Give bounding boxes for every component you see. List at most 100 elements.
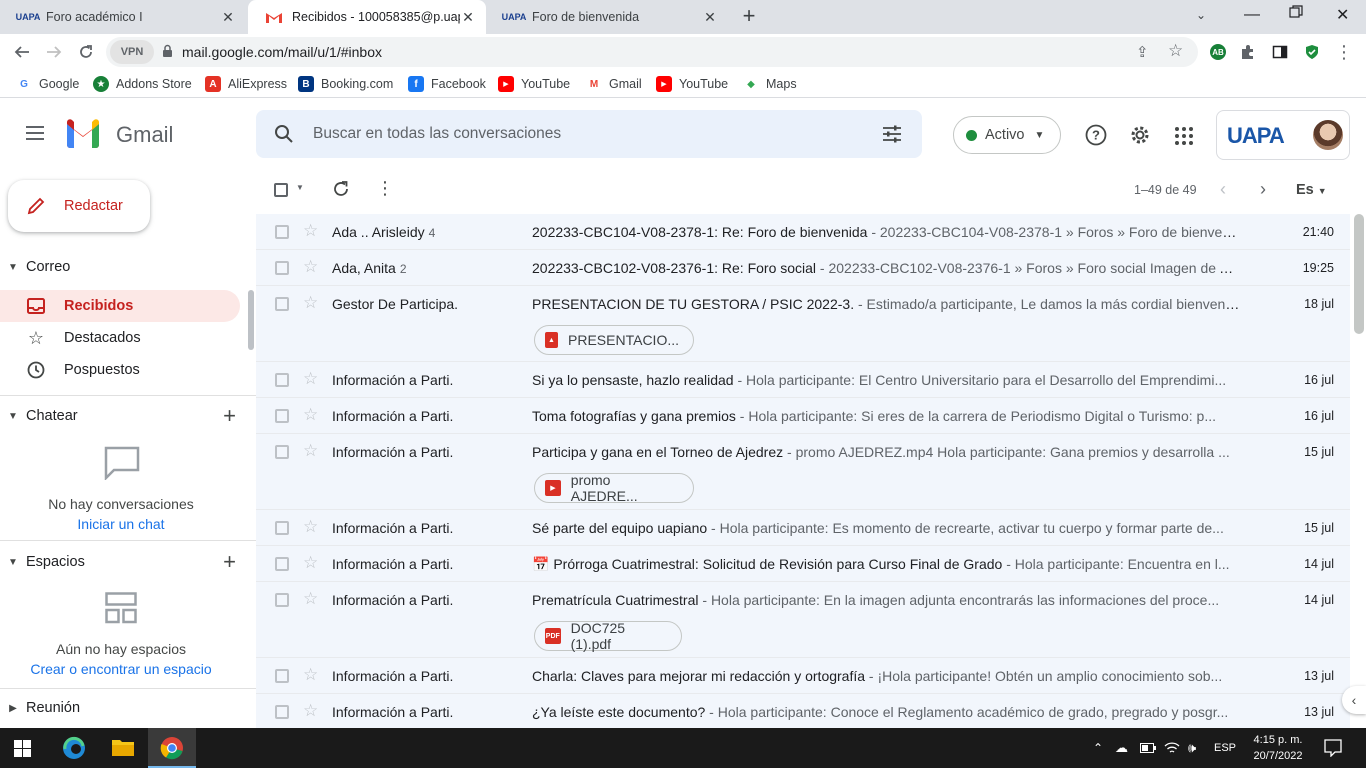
attachment-chip[interactable]: ▲ PRESENTACIO... <box>534 325 694 355</box>
email-row[interactable]: ☆ Gestor De Participa. PRESENTACION DE T… <box>256 286 1350 362</box>
search-icon[interactable] <box>274 124 294 147</box>
select-all-checkbox[interactable] <box>274 183 288 197</box>
email-row[interactable]: ☆ Ada, Anita 2 202233-CBC102-V08-2376-1: … <box>256 250 1350 286</box>
minimize-button[interactable]: — <box>1244 6 1260 24</box>
star-icon[interactable]: ☆ <box>303 405 318 425</box>
bookmark-gmail[interactable]: M Gmail <box>586 75 642 93</box>
search-options-icon[interactable] <box>882 125 902 146</box>
vpn-badge[interactable]: VPN <box>110 40 154 64</box>
help-icon[interactable]: ? <box>1085 124 1107 149</box>
tray-overflow-icon[interactable]: ⌃ <box>1093 728 1103 768</box>
bookmark-facebook[interactable]: f Facebook <box>408 75 486 93</box>
browser-menu-icon[interactable]: ⋮ <box>1332 40 1356 64</box>
star-icon[interactable]: ☆ <box>303 517 318 537</box>
input-tools-language[interactable]: Es ▼ <box>1296 182 1327 198</box>
spaces-section-header[interactable]: ▼ Espacios + <box>0 547 256 577</box>
star-icon[interactable]: ☆ <box>303 221 318 241</box>
status-dropdown[interactable]: Activo ▼ <box>953 116 1061 154</box>
new-space-plus-icon[interactable]: + <box>223 549 236 575</box>
create-space-link[interactable]: Crear o encontrar un espacio <box>0 661 242 677</box>
star-icon[interactable]: ☆ <box>303 589 318 609</box>
search-bar[interactable]: Buscar en todas las conversaciones <box>256 110 922 158</box>
edge-browser-icon[interactable] <box>62 736 86 763</box>
select-dropdown-icon[interactable]: ▼ <box>296 183 304 192</box>
bookmark-aliexpress[interactable]: A AliExpress <box>205 75 287 93</box>
star-icon[interactable]: ☆ <box>303 441 318 461</box>
email-checkbox[interactable] <box>275 297 289 311</box>
star-icon[interactable]: ☆ <box>303 553 318 573</box>
bookmark-youtube-2[interactable]: ▶ YouTube <box>656 75 728 93</box>
reload-icon[interactable] <box>74 40 98 64</box>
meet-section-header[interactable]: ▶ Reunión <box>0 693 256 723</box>
tab-close-icon[interactable]: ✕ <box>460 9 476 26</box>
bookmark-youtube[interactable]: ▶ YouTube <box>498 75 570 93</box>
notifications-icon[interactable] <box>1324 739 1342 760</box>
forward-arrow-icon[interactable] <box>42 40 66 64</box>
onedrive-cloud-icon[interactable]: ☁ <box>1115 728 1128 768</box>
star-icon[interactable]: ☆ <box>303 665 318 685</box>
bookmark-booking[interactable]: B Booking.com <box>298 75 393 93</box>
email-row[interactable]: ☆ Información a Parti. 📅 Prórroga Cuatri… <box>256 546 1350 582</box>
bookmark-google[interactable]: G Google <box>16 75 79 93</box>
email-checkbox[interactable] <box>275 225 289 239</box>
restore-button[interactable] <box>1289 5 1303 19</box>
tab-recibidos[interactable]: Recibidos - 100058385@p.uapa.e ✕ <box>248 0 486 34</box>
email-checkbox[interactable] <box>275 593 289 607</box>
extensions-puzzle-icon[interactable] <box>1236 40 1260 64</box>
email-row[interactable]: ☆ Información a Parti. Participa y gana … <box>256 434 1350 510</box>
wifi-icon[interactable] <box>1164 728 1180 768</box>
chat-section-header[interactable]: ▼ Chatear + <box>0 401 256 431</box>
shield-check-icon[interactable] <box>1300 40 1324 64</box>
email-row[interactable]: ☆ Información a Parti. Sé parte del equi… <box>256 510 1350 546</box>
bookmark-star-icon[interactable]: ☆ <box>1168 41 1183 61</box>
clock[interactable]: 4:15 p. m. 20/7/2022 <box>1248 732 1308 764</box>
start-chat-link[interactable]: Iniciar un chat <box>0 516 242 532</box>
email-checkbox[interactable] <box>275 705 289 719</box>
apps-grid-icon[interactable] <box>1174 126 1194 149</box>
search-input[interactable]: Buscar en todas las conversaciones <box>313 125 561 143</box>
close-window-button[interactable]: ✕ <box>1336 5 1349 25</box>
email-checkbox[interactable] <box>275 409 289 423</box>
email-checkbox[interactable] <box>275 669 289 683</box>
attachment-chip[interactable]: ▶ promo AJEDRE... <box>534 472 694 504</box>
side-panel-toggle-icon[interactable]: ‹ <box>1342 686 1366 714</box>
email-row[interactable]: ☆ Información a Parti. Si ya lo pensaste… <box>256 362 1350 398</box>
email-checkbox[interactable] <box>275 373 289 387</box>
file-explorer-icon[interactable] <box>111 737 135 760</box>
email-row[interactable]: ☆ Información a Parti. Toma fotografías … <box>256 398 1350 434</box>
email-checkbox[interactable] <box>275 445 289 459</box>
refresh-icon[interactable] <box>332 180 350 201</box>
tab-close-icon[interactable]: ✕ <box>702 9 718 26</box>
sidebar-item-starred[interactable]: ☆ Destacados <box>0 322 240 354</box>
input-language[interactable]: ESP <box>1214 728 1236 768</box>
next-page-icon[interactable]: › <box>1260 179 1266 200</box>
email-row[interactable]: ☆ Información a Parti. Prematrícula Cuat… <box>256 582 1350 658</box>
attachment-chip[interactable]: PDF DOC725 (1).pdf <box>534 620 682 652</box>
settings-gear-icon[interactable] <box>1129 124 1151 149</box>
more-options-icon[interactable]: ⋮ <box>376 178 394 199</box>
email-checkbox[interactable] <box>275 261 289 275</box>
side-panel-icon[interactable] <box>1268 40 1292 64</box>
star-icon[interactable]: ☆ <box>303 369 318 389</box>
star-icon[interactable]: ☆ <box>303 257 318 277</box>
tab-foro-academico[interactable]: UAPA Foro académico I ✕ <box>2 0 246 34</box>
new-tab-button[interactable]: + <box>737 5 761 29</box>
sidebar-item-inbox[interactable]: Recibidos <box>0 290 240 322</box>
battery-icon[interactable] <box>1140 728 1156 768</box>
volume-icon[interactable]: 🕪 <box>1188 728 1196 768</box>
chrome-taskbar-button[interactable] <box>148 728 196 768</box>
new-chat-plus-icon[interactable]: + <box>223 403 236 429</box>
tab-search-chevron-icon[interactable]: ⌄ <box>1196 8 1206 22</box>
compose-button[interactable]: Redactar <box>8 180 150 232</box>
address-bar[interactable]: VPN mail.google.com/mail/u/1/#inbox ⇪ ☆ <box>106 37 1198 67</box>
windows-start-icon[interactable] <box>14 740 31 760</box>
email-row[interactable]: ☆ Información a Parti. ¿Ya leíste este d… <box>256 694 1350 728</box>
bookmark-maps[interactable]: ◆ Maps <box>743 75 796 93</box>
extension-account-icon[interactable]: AB <box>1206 40 1230 64</box>
email-checkbox[interactable] <box>275 557 289 571</box>
gmail-logo-icon[interactable] <box>64 118 104 150</box>
star-icon[interactable]: ☆ <box>303 701 318 721</box>
account-switcher[interactable]: UAPA <box>1216 110 1350 160</box>
tab-foro-bienvenida[interactable]: UAPA Foro de bienvenida ✕ <box>488 0 728 34</box>
share-icon[interactable]: ⇪ <box>1136 43 1149 61</box>
